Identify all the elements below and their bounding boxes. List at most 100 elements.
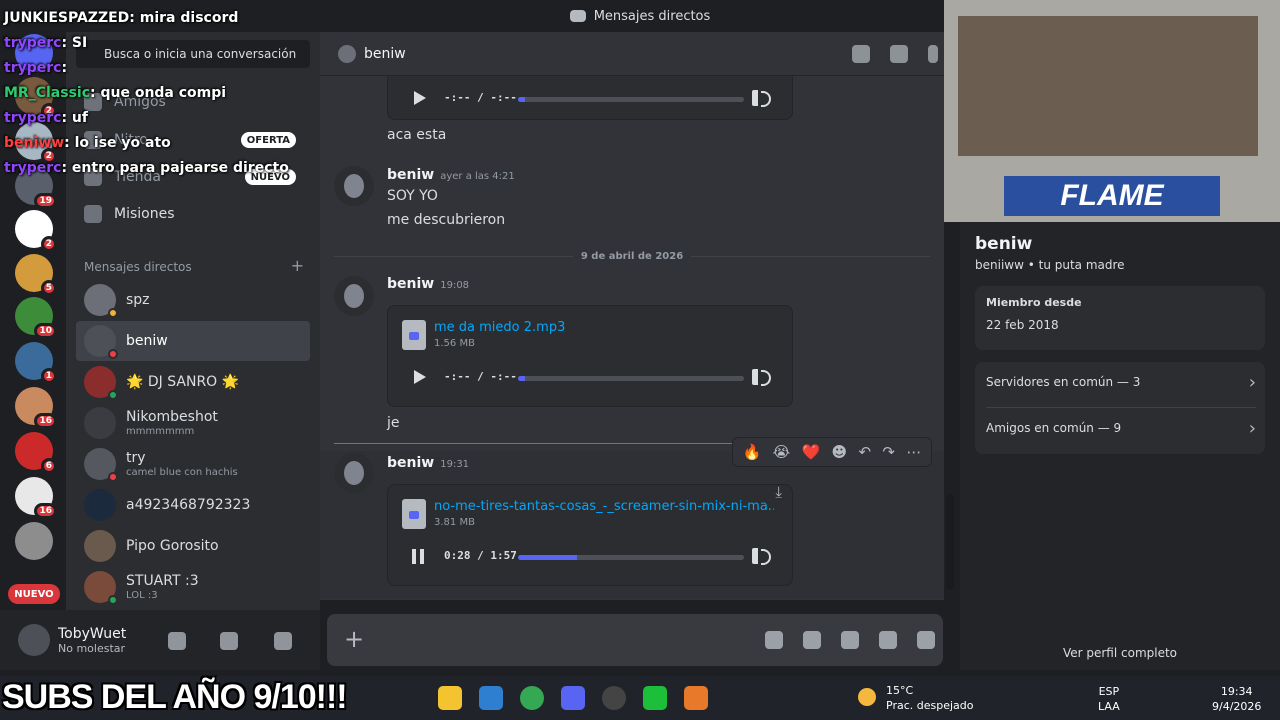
dm-name: Nikombeshot (126, 409, 218, 425)
dm-section-header: Mensajes directos + (84, 258, 304, 275)
sticker-icon[interactable] (841, 631, 859, 649)
file-explorer-icon[interactable] (438, 686, 462, 710)
add-reaction-icon[interactable]: ☻ (832, 443, 848, 461)
emoji-icon[interactable] (879, 631, 897, 649)
mutual-servers-row[interactable]: Servidores en común — 3 › (986, 362, 1256, 402)
microphone-icon[interactable] (168, 632, 186, 650)
dm-item[interactable]: 🌟 DJ SANRO 🌟 (76, 362, 310, 402)
gif-icon[interactable] (803, 631, 821, 649)
chat-message: : (61, 60, 68, 76)
avatar[interactable] (18, 624, 50, 656)
message-composer[interactable]: + (327, 614, 943, 666)
reply-icon[interactable]: ↶ (859, 443, 872, 461)
progress-track[interactable] (518, 555, 744, 560)
chat-scrollbar[interactable] (946, 494, 954, 590)
weather-icon (858, 688, 876, 706)
server-icon[interactable]: 6 (15, 432, 57, 474)
download-icon[interactable]: ⤓ (775, 483, 782, 501)
dm-item[interactable]: Pipo Gorosito (76, 526, 310, 566)
discord-icon[interactable] (561, 686, 585, 710)
language-indicator[interactable]: ESP LAA (1098, 684, 1120, 714)
chat-message: : entro para pajearse directo (61, 160, 289, 176)
volume-icon[interactable] (752, 548, 771, 565)
dm-name: a4923468792323 (126, 497, 251, 513)
stream-chat-line: beniww: lo ise yo ato (4, 131, 314, 156)
volume-icon[interactable] (752, 369, 771, 386)
unread-badge: 16 (34, 413, 57, 429)
server-icon[interactable]: 2 (15, 210, 57, 252)
message-list: -:-- / -:-- aca esta beniw ayer a las 4:2… (320, 76, 944, 600)
dm-status-text: LOL :3 (126, 590, 158, 601)
play-icon[interactable] (414, 370, 426, 384)
pin-icon[interactable] (928, 45, 938, 63)
dm-item[interactable]: Nikombeshot mmmmmmm (76, 403, 310, 443)
dm-name: beniw (126, 333, 168, 349)
attach-plus-icon[interactable]: + (343, 627, 365, 651)
progress-track[interactable] (518, 376, 744, 381)
weather-widget[interactable]: 15°C Prac. despejado (886, 683, 973, 713)
dm-item[interactable]: try camel blue con hachis (76, 444, 310, 484)
crying-reaction-icon[interactable]: 😭 (773, 443, 791, 461)
video-call-icon[interactable] (890, 45, 908, 63)
avatar (84, 448, 118, 482)
add-dm-icon[interactable]: + (291, 258, 304, 274)
chrome-icon[interactable] (520, 686, 544, 710)
gift-icon[interactable] (765, 631, 783, 649)
progress-track[interactable] (518, 97, 744, 102)
fire-reaction-icon[interactable]: 🔥 (743, 443, 762, 461)
message-author[interactable]: beniw 19:08 (387, 276, 469, 292)
server-icon[interactable]: 1 (15, 342, 57, 384)
volume-icon[interactable] (752, 90, 771, 107)
gear-icon[interactable] (274, 632, 292, 650)
obs-icon[interactable] (602, 686, 626, 710)
dm-item[interactable]: beniw (76, 321, 310, 361)
avatar (338, 44, 356, 63)
chat-username: tryperc (4, 110, 62, 126)
chat-username: MR_Classic (4, 85, 90, 101)
clock[interactable]: 19:34 9/4/2026 (1212, 684, 1261, 714)
server-icon[interactable]: 10 (15, 297, 57, 339)
discord-app: Mensajes directos 2 2 19 2 5 10 1 16 6 16 NUEVO B… (0, 0, 1280, 720)
mutual-friends-row[interactable]: Amigos en común — 9 › (986, 408, 1256, 448)
heart-reaction-icon[interactable]: ❤️ (802, 443, 821, 461)
player-time: 0:28 / 1:57 (444, 549, 517, 562)
avatar[interactable] (334, 166, 374, 206)
fl-studio-icon[interactable] (684, 686, 708, 710)
kick-icon[interactable] (643, 686, 667, 710)
member-since-card: Miembro desde 22 feb 2018 (975, 286, 1265, 350)
nuevo-badge[interactable]: NUEVO (8, 584, 60, 604)
status-indicator (108, 349, 118, 359)
dm-item[interactable]: a4923468792323 (76, 485, 310, 525)
dm-name: spz (126, 292, 150, 308)
avatar[interactable] (334, 276, 374, 316)
message-text: je (387, 415, 400, 431)
nav-misiones[interactable]: Misiones (76, 196, 310, 232)
more-icon[interactable]: ⋯ (906, 443, 921, 461)
server-icon[interactable]: 16 (15, 387, 57, 429)
view-full-profile-link[interactable]: Ver perfil completo (960, 646, 1280, 660)
server-icon[interactable]: 16 (15, 477, 57, 519)
unread-badge: 10 (34, 323, 57, 339)
window-title: Mensajes directos (593, 8, 711, 24)
avatar[interactable] (334, 453, 374, 493)
file-name-link[interactable]: no-me-tires-tantas-cosas_-_screamer-sin-… (434, 499, 774, 514)
pause-icon[interactable] (412, 549, 424, 564)
play-icon[interactable] (414, 91, 426, 105)
dm-item[interactable]: spz (76, 280, 310, 320)
dm-item[interactable]: STUART :3 LOL :3 (76, 567, 310, 607)
chat-message: : SI (61, 35, 88, 51)
dm-name: try (126, 450, 146, 466)
file-name-link[interactable]: me da miedo 2.mp3 (434, 320, 774, 335)
date-divider: 9 de abril de 2026 (334, 249, 930, 263)
message-author[interactable]: beniw ayer a las 4:21 (387, 167, 515, 183)
chat-username: JUNKIESPAZZED (4, 10, 130, 26)
headphones-icon[interactable] (220, 632, 238, 650)
forward-icon[interactable]: ↷ (882, 443, 895, 461)
server-icon[interactable]: 5 (15, 254, 57, 296)
message-author[interactable]: beniw 19:31 (387, 455, 469, 471)
apps-icon[interactable] (917, 631, 935, 649)
call-icon[interactable] (852, 45, 870, 63)
server-icon[interactable] (15, 522, 53, 560)
store-icon[interactable] (479, 686, 503, 710)
dm-status-text: mmmmmmm (126, 426, 195, 437)
